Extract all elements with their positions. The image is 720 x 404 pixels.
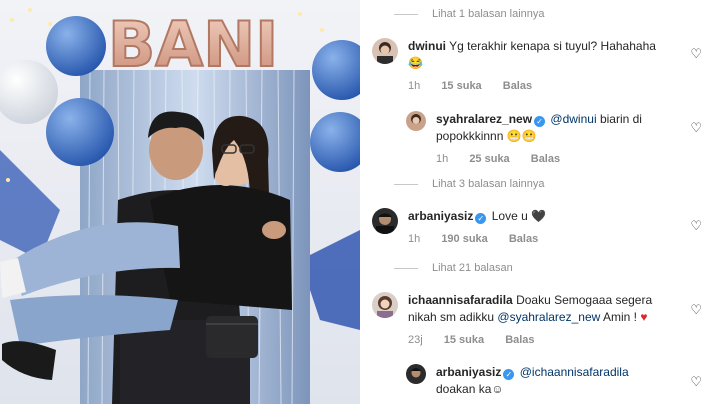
comment-username[interactable]: ichaannisafaradila (408, 293, 513, 307)
like-heart-icon[interactable]: ♡ (690, 120, 702, 136)
reply-syahralarez: syahralarez_new ✓ @dwinui biarin di popok… (406, 111, 686, 168)
avatar-syahralarez[interactable] (406, 111, 426, 131)
comment-username[interactable]: arbaniyasiz (408, 209, 473, 223)
view-more-label: Lihat 1 balasan lainnya (432, 8, 545, 20)
like-heart-icon[interactable]: ♡ (690, 46, 702, 62)
comment-meta: 1h 25 suka Balas (436, 151, 686, 168)
comment-time[interactable]: 23j (408, 334, 423, 346)
comment-arbaniyasiz: arbaniyasiz ✓ Love u 🖤 1h 190 suka Balas (372, 208, 692, 248)
view-more-label: Lihat 21 balasan (432, 262, 513, 274)
avatar-image (377, 42, 393, 64)
black-heart-emoji: 🖤 (531, 209, 547, 223)
mention-link[interactable]: @ichaannisafaradila (520, 365, 629, 379)
like-heart-icon[interactable]: ♡ (690, 218, 702, 234)
view-more-replies-2[interactable]: Lihat 3 balasan lainnya (394, 178, 545, 190)
verified-badge-icon: ✓ (475, 213, 487, 224)
comment-text: doakan ka (436, 382, 492, 396)
avatar-image (411, 114, 421, 124)
view-more-label: Lihat 3 balasan lainnya (432, 178, 545, 190)
avatar-image (411, 368, 421, 378)
reply-button[interactable]: Balas (531, 153, 560, 165)
comment-time[interactable]: 1h (408, 233, 420, 245)
comments-panel: Lihat 1 balasan lainnya dwinui Yg terakh… (360, 0, 720, 404)
comment-meta: 23j 15 suka Balas (408, 332, 682, 349)
comment-meta: 1h 15 suka Balas (408, 78, 656, 95)
comment-time[interactable]: 1h (436, 153, 448, 165)
avatar-dwinui[interactable] (372, 38, 398, 64)
comment-username[interactable]: dwinui (408, 39, 446, 53)
photo-illustration: BANI (0, 0, 360, 404)
comment-text: Yg terakhir kenapa si tuyul? Hahahaha (449, 39, 656, 53)
comment-likes[interactable]: 15 suka (441, 80, 481, 92)
divider (394, 13, 418, 15)
view-more-replies-3[interactable]: Lihat 21 balasan (394, 262, 513, 274)
avatar-image (376, 213, 394, 234)
view-more-replies-1[interactable]: Lihat 1 balasan lainnya (394, 8, 545, 20)
laugh-emoji: 😂 (408, 56, 423, 70)
like-heart-icon[interactable]: ♡ (690, 374, 702, 390)
post-photo[interactable]: BANI (0, 0, 360, 404)
reply-button[interactable]: Balas (505, 334, 534, 346)
mention-link[interactable]: @syahralarez_new (497, 310, 600, 324)
comment-meta: 1h 190 suka Balas (408, 231, 556, 248)
avatar-arbaniyasiz[interactable] (372, 208, 398, 234)
mention-link[interactable]: @dwinui (550, 112, 596, 126)
comment-ichaannisafaradila: ichaannisafaradila Doaku Semogaaa segera… (372, 292, 682, 349)
comment-likes[interactable]: 25 suka (469, 153, 509, 165)
reply-arbaniyasiz: arbaniyasiz ✓ @ichaannisafaradila doakan … (406, 364, 686, 398)
comment-likes[interactable]: 15 suka (444, 334, 484, 346)
verified-badge-icon: ✓ (503, 369, 515, 380)
avatar-ichaannisafaradila[interactable] (372, 292, 398, 318)
smile-emoji: ☺ (491, 382, 504, 396)
verified-badge-icon: ✓ (534, 116, 546, 127)
balloon-letters: BANI (108, 8, 278, 81)
divider (394, 267, 418, 269)
reply-button[interactable]: Balas (509, 233, 538, 245)
reply-button[interactable]: Balas (503, 80, 532, 92)
divider (394, 183, 418, 185)
comment-likes[interactable]: 190 suka (441, 233, 487, 245)
grimace-emoji: 😬😬 (506, 129, 537, 143)
red-heart-emoji: ♥ (640, 310, 648, 324)
like-heart-icon[interactable]: ♡ (690, 302, 702, 318)
comment-username[interactable]: arbaniyasiz (436, 365, 501, 379)
avatar-arbaniyasiz-reply[interactable] (406, 364, 426, 384)
comment-text-2: Amin ! (600, 310, 637, 324)
comment-text: Love u (491, 209, 528, 223)
comment-username[interactable]: syahralarez_new (436, 112, 532, 126)
comment-dwinui: dwinui Yg terakhir kenapa si tuyul? Haha… (372, 38, 692, 95)
comment-time[interactable]: 1h (408, 80, 420, 92)
avatar-image (377, 296, 393, 318)
